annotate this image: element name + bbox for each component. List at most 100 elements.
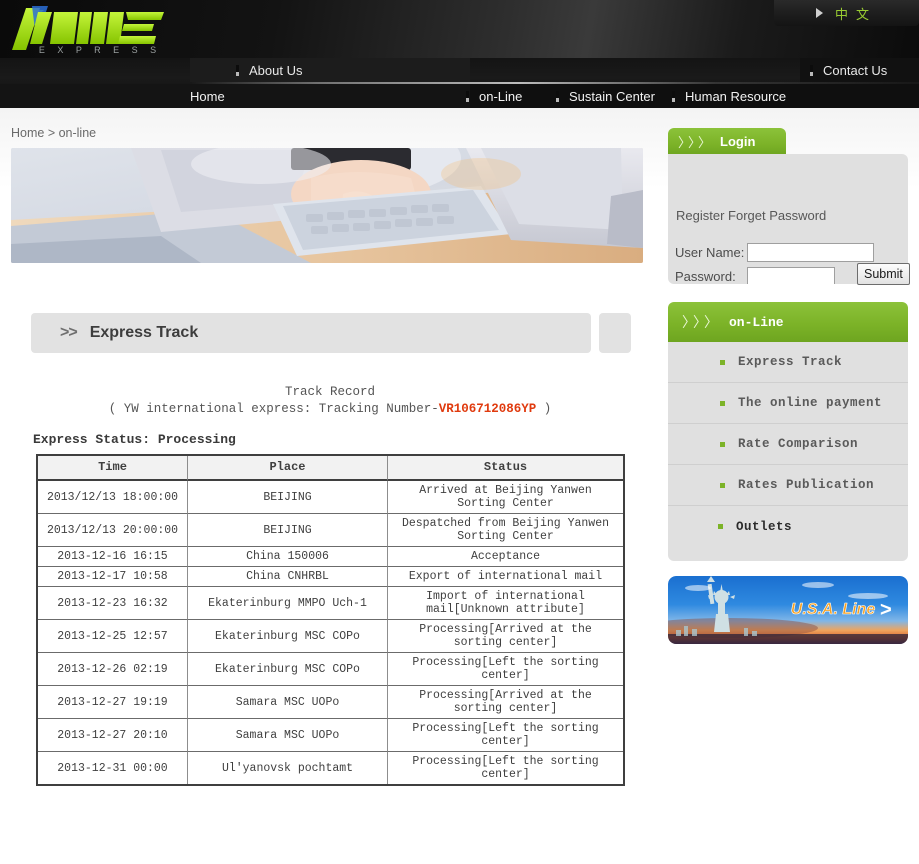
nav-item-human-resource[interactable]: Human Resource [672, 84, 786, 108]
language-label: 中文 [834, 7, 877, 23]
chevron-right-icon: >> [60, 324, 78, 341]
online-menu-list: Express Track The online payment Rate Comp… [668, 342, 908, 561]
main-content-column: Home > on-line >> Express Track Track Re… [0, 108, 660, 864]
cell-status: Despatched from Beijing Yanwen Sorting C… [388, 514, 623, 547]
track-record-subtitle: ( YW international express: Tracking Num… [0, 402, 660, 416]
usa-line-banner[interactable]: U.S.A. Line > [668, 576, 908, 644]
login-panel-tab: 〉〉〉 Login [668, 128, 786, 155]
cell-status: Import of international mail[Unknown att… [388, 587, 623, 620]
cell-time: 2013-12-26 02:19 [38, 653, 188, 686]
cell-time: 2013-12-16 16:15 [38, 547, 188, 567]
username-label: User Name: [675, 245, 745, 260]
breadcrumb[interactable]: Home > on-line [11, 126, 96, 140]
sidebar-item-label: The online payment [738, 396, 883, 410]
menu-dots-icon [672, 90, 675, 102]
cell-place: Ekaterinburg MSC COPo [188, 620, 388, 653]
password-input[interactable] [747, 267, 835, 284]
cell-place: China CNHRBL [188, 567, 388, 587]
login-submit-button[interactable]: Submit [857, 263, 910, 285]
table-row: 2013-12-16 16:15 China 150006 Acceptance [38, 547, 623, 567]
sidebar-item-label: Express Track [738, 355, 843, 369]
cell-status: Processing[Left the sorting center] [412, 755, 599, 781]
login-panel-title: Login [720, 134, 756, 149]
username-row: User Name: [675, 243, 874, 262]
chevrons-right-icon: 〉〉〉 [678, 136, 711, 151]
cell-place: BEIJING [188, 481, 388, 514]
cell-time: 2013/12/13 20:00:00 [38, 514, 188, 547]
cell-status: Acceptance [388, 547, 623, 567]
play-arrow-icon [815, 8, 823, 18]
bullet-icon [720, 359, 725, 365]
tracking-suffix: ) [536, 402, 552, 416]
table-row: 2013-12-25 12:57 Ekaterinburg MSC COPo Pro… [38, 620, 623, 653]
cell-place: Ul'yanovsk pochtamt [188, 752, 388, 784]
sidebar-column: 〉〉〉 Login Register Forget Password User … [668, 108, 919, 864]
nav-label: About Us [249, 62, 303, 78]
nav-item-on-line[interactable]: on-Line [466, 84, 522, 108]
cell-time: 2013-12-23 16:32 [38, 587, 188, 620]
cell-status: Processing[Arrived at the sorting center… [388, 620, 623, 653]
login-links[interactable]: Register Forget Password [676, 208, 826, 223]
table-row: 2013-12-17 10:58 China CNHRBL Export of in… [38, 567, 623, 587]
chevrons-right-icon: 〉〉〉 [682, 315, 718, 331]
sidebar-item-rates-publication[interactable]: Rates Publication [668, 465, 908, 506]
cell-place: Ekaterinburg MMPO Uch-1 [188, 587, 388, 620]
section-header-stub [599, 313, 631, 353]
menu-dots-icon [810, 64, 813, 76]
menu-dots-icon [556, 90, 559, 102]
table-header-row: Time Place Status [38, 456, 623, 481]
cell-status: Processing[Arrived at the sorting center… [388, 686, 623, 719]
menu-dots-icon [236, 64, 239, 76]
cell-time: 2013-12-27 19:19 [38, 686, 188, 719]
tracking-number: VR106712086YP [438, 402, 537, 416]
table-row: 2013-12-27 19:19 Samara MSC UOPo Processin… [38, 686, 623, 719]
cell-status: Processing[Left the sorting center] [388, 719, 623, 752]
banner-image [11, 148, 643, 263]
cell-place: Ekaterinburg MSC COPo [188, 653, 388, 686]
online-panel-title: on-Line [729, 314, 784, 330]
username-input[interactable] [747, 243, 874, 262]
cell-place: Samara MSC UOPo [188, 686, 388, 719]
express-status: Express Status: Processing [33, 432, 236, 447]
column-header-place: Place [188, 456, 388, 481]
cell-time: 2013-12-25 12:57 [38, 620, 188, 653]
nav-primary: Home on-Line Sustain Center Human Resour… [0, 84, 919, 108]
table-row: 2013-12-27 20:10 Samara MSC UOPo Processin… [38, 719, 623, 752]
nav-secondary: About Us Contact Us [0, 58, 919, 82]
sidebar-item-label: Rates Publication [738, 478, 875, 492]
nav-item-home[interactable]: Home [190, 84, 225, 108]
online-panel: 〉〉〉 on-Line Express Track The online paym… [668, 302, 908, 561]
nav-item-contact-us[interactable]: Contact Us [810, 58, 887, 82]
cell-place: BEIJING [188, 514, 388, 547]
bullet-icon [720, 482, 725, 488]
sidebar-item-rate-comparison[interactable]: Rate Comparison [668, 424, 908, 465]
cell-time: 2013-12-27 20:10 [38, 719, 188, 752]
password-row: Password: [675, 267, 835, 284]
section-title: Express Track [89, 324, 199, 341]
svg-text:>: > [880, 599, 892, 621]
table-row: 2013/12/13 18:00:00 BEIJING Arrived at Bei… [38, 481, 623, 514]
password-label: Password: [675, 269, 736, 284]
section-header-express-track[interactable]: >> Express Track [31, 313, 591, 353]
svg-text:E X P R E S S: E X P R E S S [39, 45, 161, 55]
nav-item-about-us[interactable]: About Us [236, 58, 302, 82]
sidebar-item-the-online-payment[interactable]: The online payment [668, 383, 908, 424]
cell-status: Export of international mail [388, 567, 623, 587]
login-panel: 〉〉〉 Login Register Forget Password User … [668, 128, 910, 285]
sidebar-item-express-track[interactable]: Express Track [668, 342, 908, 383]
tracking-prefix: ( YW international express: Tracking Num… [108, 402, 439, 416]
cell-time: 2013/12/13 18:00:00 [38, 481, 188, 514]
sidebar-item-outlets[interactable]: Outlets [668, 506, 908, 547]
bullet-icon [720, 400, 725, 406]
nav-label: Sustain Center [569, 88, 655, 104]
sidebar-item-label: Rate Comparison [738, 437, 859, 451]
language-selector[interactable]: 中文 [774, 0, 919, 26]
site-header: E X P R E S S 中文 About Us Contact Us Hom… [0, 0, 919, 108]
cell-time: 2013-12-31 00:00 [38, 752, 188, 784]
bullet-icon [718, 524, 723, 529]
yanwen-logo[interactable]: E X P R E S S [4, 0, 190, 58]
table-row: 2013-12-23 16:32 Ekaterinburg MMPO Uch-1 I… [38, 587, 623, 620]
bullet-icon [720, 441, 725, 447]
nav-item-sustain-center[interactable]: Sustain Center [556, 84, 655, 108]
online-panel-tab: 〉〉〉 on-Line [668, 302, 908, 342]
